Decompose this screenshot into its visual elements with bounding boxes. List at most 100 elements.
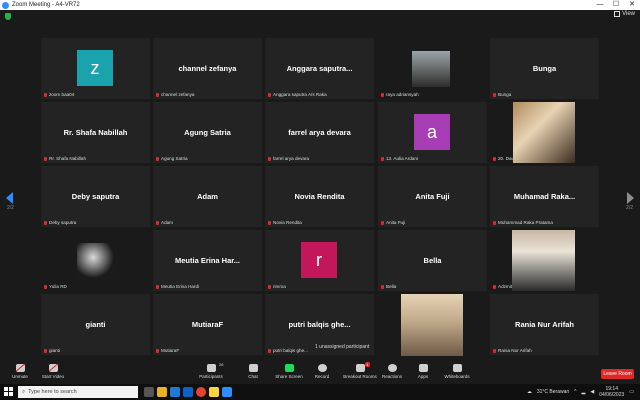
muted-microphone-icon <box>44 284 47 289</box>
participant-tile[interactable]: a 13. Aulia Ardani <box>378 102 487 163</box>
task-view-icon[interactable] <box>144 387 154 397</box>
participant-display-name: Anggara saputra... <box>286 64 353 73</box>
chat-label: Chat <box>248 373 258 379</box>
search-placeholder: Type here to search <box>28 389 77 395</box>
participant-name-label: Bella <box>381 284 396 289</box>
muted-microphone-icon <box>156 92 159 97</box>
participant-display-name: channel zefanya <box>178 64 237 73</box>
chat-icon <box>248 363 258 372</box>
muted-microphone-icon <box>493 284 496 289</box>
participant-display-name: Meutia Erina Har... <box>174 256 241 265</box>
maximize-button[interactable]: ☐ <box>608 0 624 10</box>
participant-display-name: Agung Satria <box>184 128 231 137</box>
participant-name-label: Bunga <box>493 92 511 97</box>
reactions-label: Reactions <box>381 373 402 379</box>
volume-icon[interactable]: ◀ <box>590 389 594 395</box>
microphone-muted-icon <box>15 363 25 372</box>
participant-name: channel zefanya <box>161 92 195 97</box>
muted-microphone-icon <box>268 348 271 353</box>
record-button[interactable]: Record <box>302 358 342 384</box>
participant-name: Anggara saputra A/s Raka <box>273 92 327 97</box>
participant-name-label: 13. Aulia Ardani <box>381 156 418 161</box>
participants-button[interactable]: 26 Participants <box>191 358 231 384</box>
apps-label: Apps <box>417 373 429 379</box>
muted-microphone-icon <box>44 92 47 97</box>
participant-name-label: Meutia Erina Hardi <box>156 284 199 289</box>
muted-microphone-icon <box>156 348 159 353</box>
participant-name: Meutia Erina Hardi <box>161 284 200 289</box>
participant-name: Bella <box>386 284 397 289</box>
participant-name: 13. Aulia Ardani <box>386 156 418 161</box>
chat-button[interactable]: Chat <box>233 358 273 384</box>
close-button[interactable]: ✕ <box>624 0 640 10</box>
start-video-button[interactable]: Start Video <box>33 358 73 384</box>
network-icon[interactable]: ▂ <box>582 389 586 395</box>
participant-tile[interactable]: Muhamad Raka... Muhammad Raka Pratama <box>490 166 599 227</box>
participant-name: zoom baa04 <box>49 92 75 97</box>
record-icon <box>317 363 327 372</box>
whiteboards-button[interactable]: Whiteboards <box>437 358 477 384</box>
whiteboards-label: Whiteboards <box>444 373 470 379</box>
participant-tile[interactable]: MutiaraF MutiaraF <box>153 294 262 355</box>
meeting-topbar <box>0 10 640 22</box>
participant-tile[interactable]: Bella Bella <box>378 230 487 291</box>
participant-tile[interactable]: z zoom baa04 <box>41 38 150 99</box>
breakout-badge: 1 <box>365 361 370 367</box>
participant-tile[interactable]: Meutia Erina Har... Meutia Erina Hardi <box>153 230 262 291</box>
participant-tile[interactable]: Rania Nur Arifah Rania Nur Arifah <box>490 294 599 355</box>
view-button[interactable]: View <box>614 11 635 17</box>
folder-icon[interactable] <box>209 387 219 397</box>
participant-name-label: rimma <box>268 284 286 289</box>
participant-avatar: r <box>301 242 337 278</box>
edge-browser-icon[interactable] <box>170 387 180 397</box>
weather-text[interactable]: 31°C Berawan <box>537 389 569 395</box>
participant-tile[interactable]: Novia Rendita Novia Rendita <box>265 166 374 227</box>
participant-display-name: putri balqis ghe... <box>288 320 351 329</box>
participant-name: Deby saputra <box>49 220 77 225</box>
unassigned-participants-toast[interactable]: 1 unassigned participant <box>312 343 373 351</box>
muted-microphone-icon <box>44 156 47 161</box>
encryption-shield-icon[interactable] <box>5 13 11 20</box>
next-page-arrow-icon[interactable] <box>627 192 634 204</box>
participant-name: Anita Fuji <box>386 220 406 225</box>
grid-icon <box>614 11 621 17</box>
participant-tile[interactable]: Anita Fuji Anita Fuji <box>378 166 487 227</box>
participant-tile[interactable]: channel zefanya channel zefanya <box>153 38 262 99</box>
windows-start-icon[interactable] <box>4 387 14 397</box>
participant-video-photo <box>77 243 113 279</box>
muted-microphone-icon <box>381 220 384 225</box>
participant-tile[interactable]: Agung Satria Agung Satria <box>153 102 262 163</box>
participant-tile[interactable]: Adam Adam <box>153 166 262 227</box>
record-label: Record <box>314 373 330 379</box>
participant-tile[interactable]: farrel arya devara farrel arya devara <box>265 102 374 163</box>
unmute-label: Unmute <box>12 373 28 379</box>
previous-page-arrow-icon[interactable] <box>6 192 13 204</box>
participant-tile[interactable]: Rr. Shafa Nabillah Rr. Shafa Nabillah <box>41 102 150 163</box>
participant-video-photo <box>412 51 450 87</box>
taskbar-clock[interactable]: 19:14 04/06/2023 <box>599 386 624 398</box>
file-explorer-icon[interactable] <box>157 387 167 397</box>
participant-tile[interactable]: gianti gianti <box>41 294 150 355</box>
participant-tile[interactable]: Deby saputra Deby saputra <box>41 166 150 227</box>
page-indicator-left: 2/2 <box>7 205 14 211</box>
participant-tile[interactable]: Anggara saputra... Anggara saputra A/s Ra… <box>265 38 374 99</box>
muted-microphone-icon <box>268 156 271 161</box>
reactions-smiley-icon <box>387 363 397 372</box>
participant-name: Rania Nur Arifah <box>498 348 532 353</box>
muted-microphone-icon <box>156 284 159 289</box>
leave-room-button[interactable]: Leave Room <box>601 369 634 379</box>
weather-icon[interactable]: ☁ <box>527 389 532 395</box>
minimize-button[interactable]: — <box>592 0 608 10</box>
video-off-icon <box>48 363 58 372</box>
muted-microphone-icon <box>156 156 159 161</box>
participant-name: Rr. Shafa Nabillah <box>49 156 87 161</box>
meeting-toolbar: Unmute Start Video 26 Participants Chat … <box>0 358 640 384</box>
zoom-taskbar-icon[interactable] <box>222 387 232 397</box>
tray-chevron-icon[interactable]: ^ <box>574 389 576 395</box>
chrome-icon[interactable] <box>196 387 206 397</box>
participant-tile[interactable]: Bunga Bunga <box>490 38 599 99</box>
store-icon[interactable] <box>183 387 193 397</box>
taskbar-search-input[interactable]: ⌕ Type here to search <box>18 386 138 398</box>
participant-tile[interactable]: r rimma <box>265 230 374 291</box>
notifications-icon[interactable]: ▭ <box>629 389 634 395</box>
